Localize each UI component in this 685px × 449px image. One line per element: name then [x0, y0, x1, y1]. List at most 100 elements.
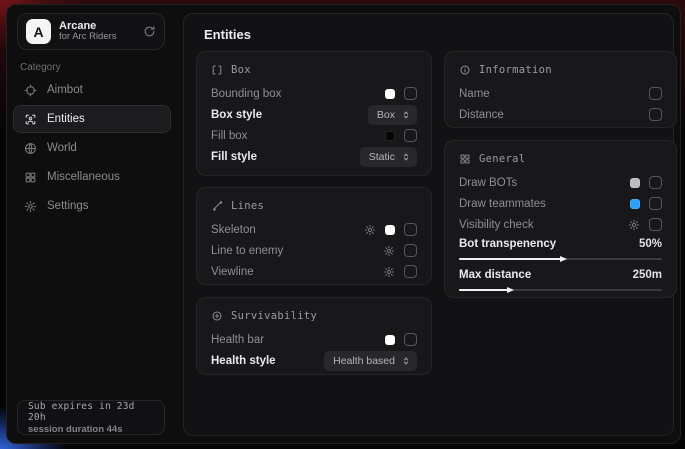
sidebar-item-aimbot[interactable]: Aimbot	[13, 76, 171, 104]
chevrons-up-down-icon	[401, 152, 411, 162]
setting-label: Max distance	[459, 269, 633, 281]
brand-subtitle: for Arc Riders	[59, 32, 135, 43]
checkbox[interactable]	[404, 129, 417, 142]
setting-label: Bounding box	[211, 88, 385, 100]
chevrons-up-down-icon	[401, 356, 411, 366]
settings-gear-icon[interactable]	[628, 219, 640, 231]
bot-transparency-slider[interactable]	[459, 258, 662, 260]
sidebar-item-settings[interactable]: Settings	[13, 192, 171, 220]
setting-label: Skeleton	[211, 224, 364, 236]
checkbox[interactable]	[649, 218, 662, 231]
checkbox[interactable]	[649, 176, 662, 189]
slider-value: 250m	[633, 269, 662, 281]
sidebar-item-label: World	[47, 142, 77, 154]
checkbox[interactable]	[649, 108, 662, 121]
section-general: General Draw BOTs Draw teammates Visibil…	[444, 140, 677, 298]
color-swatch[interactable]	[385, 89, 395, 99]
layout-icon	[459, 153, 471, 165]
category-label: Category	[20, 62, 61, 73]
checkbox[interactable]	[404, 244, 417, 257]
setting-row-draw-bots: Draw BOTs	[459, 172, 662, 193]
select-value: Health based	[333, 355, 395, 367]
fill-style-select[interactable]: Static	[360, 147, 417, 167]
setting-row-name: Name	[459, 83, 662, 104]
subscription-info: Sub expires in 23d 20h session duration …	[17, 400, 165, 435]
setting-label: Fill style	[211, 151, 360, 163]
setting-row-box-style: Box style Box	[211, 104, 417, 125]
section-title: Box	[231, 64, 251, 76]
setting-label: Distance	[459, 109, 649, 121]
checkbox[interactable]	[649, 197, 662, 210]
setting-label: Box style	[211, 109, 368, 121]
sub-expiry-text: Sub expires in 23d 20h	[28, 401, 154, 423]
crosshair-icon	[24, 84, 37, 97]
setting-row-visibility-check: Visibility check	[459, 214, 662, 235]
setting-label: Draw teammates	[459, 198, 630, 210]
sidebar-item-label: Miscellaneous	[47, 171, 120, 183]
setting-row-max-distance: Max distance 250m	[459, 266, 662, 291]
slider-thumb[interactable]	[560, 256, 567, 262]
section-lines-header: Lines	[211, 200, 417, 212]
color-swatch[interactable]	[385, 131, 395, 141]
sidebar-item-label: Aimbot	[47, 84, 83, 96]
setting-label: Fill box	[211, 130, 385, 142]
setting-label: Viewline	[211, 266, 383, 278]
checkbox[interactable]	[649, 87, 662, 100]
slider-value: 50%	[639, 238, 662, 250]
checkbox[interactable]	[404, 333, 417, 346]
chevrons-up-down-icon	[401, 110, 411, 120]
sidebar-item-label: Settings	[47, 200, 89, 212]
color-swatch[interactable]	[385, 335, 395, 345]
settings-gear-icon[interactable]	[364, 224, 376, 236]
setting-label: Draw BOTs	[459, 177, 630, 189]
setting-row-line-to-enemy: Line to enemy	[211, 240, 417, 261]
section-survivability: Survivability Health bar Health style He…	[196, 297, 432, 375]
checkbox[interactable]	[404, 223, 417, 236]
globe-icon	[24, 142, 37, 155]
settings-gear-icon[interactable]	[383, 245, 395, 257]
setting-row-health-bar: Health bar	[211, 329, 417, 350]
sidebar-nav: Aimbot Entities World Miscellaneous	[7, 76, 177, 221]
setting-label: Name	[459, 88, 649, 100]
settings-gear-icon[interactable]	[383, 266, 395, 278]
setting-label: Bot transpenency	[459, 238, 639, 250]
setting-row-fill-style: Fill style Static	[211, 146, 417, 167]
page-title: Entities	[204, 27, 251, 42]
brand-logo: A	[26, 19, 51, 44]
select-value: Static	[369, 151, 395, 163]
section-box-header: Box	[211, 64, 417, 76]
app-window: A Arcane for Arc Riders Category Aimbot	[6, 4, 681, 444]
checkbox[interactable]	[404, 265, 417, 278]
sidebar-item-miscellaneous[interactable]: Miscellaneous	[13, 163, 171, 191]
color-swatch[interactable]	[385, 225, 395, 235]
gear-icon	[24, 200, 37, 213]
sidebar: A Arcane for Arc Riders Category Aimbot	[7, 5, 177, 443]
brand-text: Arcane for Arc Riders	[59, 20, 135, 44]
section-information: Information Name Distance	[444, 51, 677, 128]
slider-fill	[459, 289, 508, 291]
section-lines: Lines Skeleton Line to enemy	[196, 187, 432, 285]
grid-icon	[24, 171, 37, 184]
health-style-select[interactable]: Health based	[324, 351, 417, 371]
section-title: Survivability	[231, 310, 317, 322]
box-style-select[interactable]: Box	[368, 105, 417, 125]
slider-thumb[interactable]	[507, 287, 514, 293]
sidebar-item-entities[interactable]: Entities	[13, 105, 171, 133]
setting-label: Health style	[211, 355, 324, 367]
section-title: Lines	[231, 200, 264, 212]
checkbox[interactable]	[404, 87, 417, 100]
section-survivability-header: Survivability	[211, 310, 417, 322]
info-icon	[459, 64, 471, 76]
color-swatch[interactable]	[630, 178, 640, 188]
setting-label: Visibility check	[459, 219, 628, 231]
sidebar-item-world[interactable]: World	[13, 134, 171, 162]
pulse-icon	[211, 310, 223, 322]
color-swatch[interactable]	[630, 199, 640, 209]
select-value: Box	[377, 109, 395, 121]
max-distance-slider[interactable]	[459, 289, 662, 291]
section-title: Information	[479, 64, 552, 76]
setting-row-viewline: Viewline	[211, 261, 417, 282]
sync-icon[interactable]	[143, 25, 156, 38]
setting-row-draw-teammates: Draw teammates	[459, 193, 662, 214]
brand-card: A Arcane for Arc Riders	[17, 13, 165, 50]
